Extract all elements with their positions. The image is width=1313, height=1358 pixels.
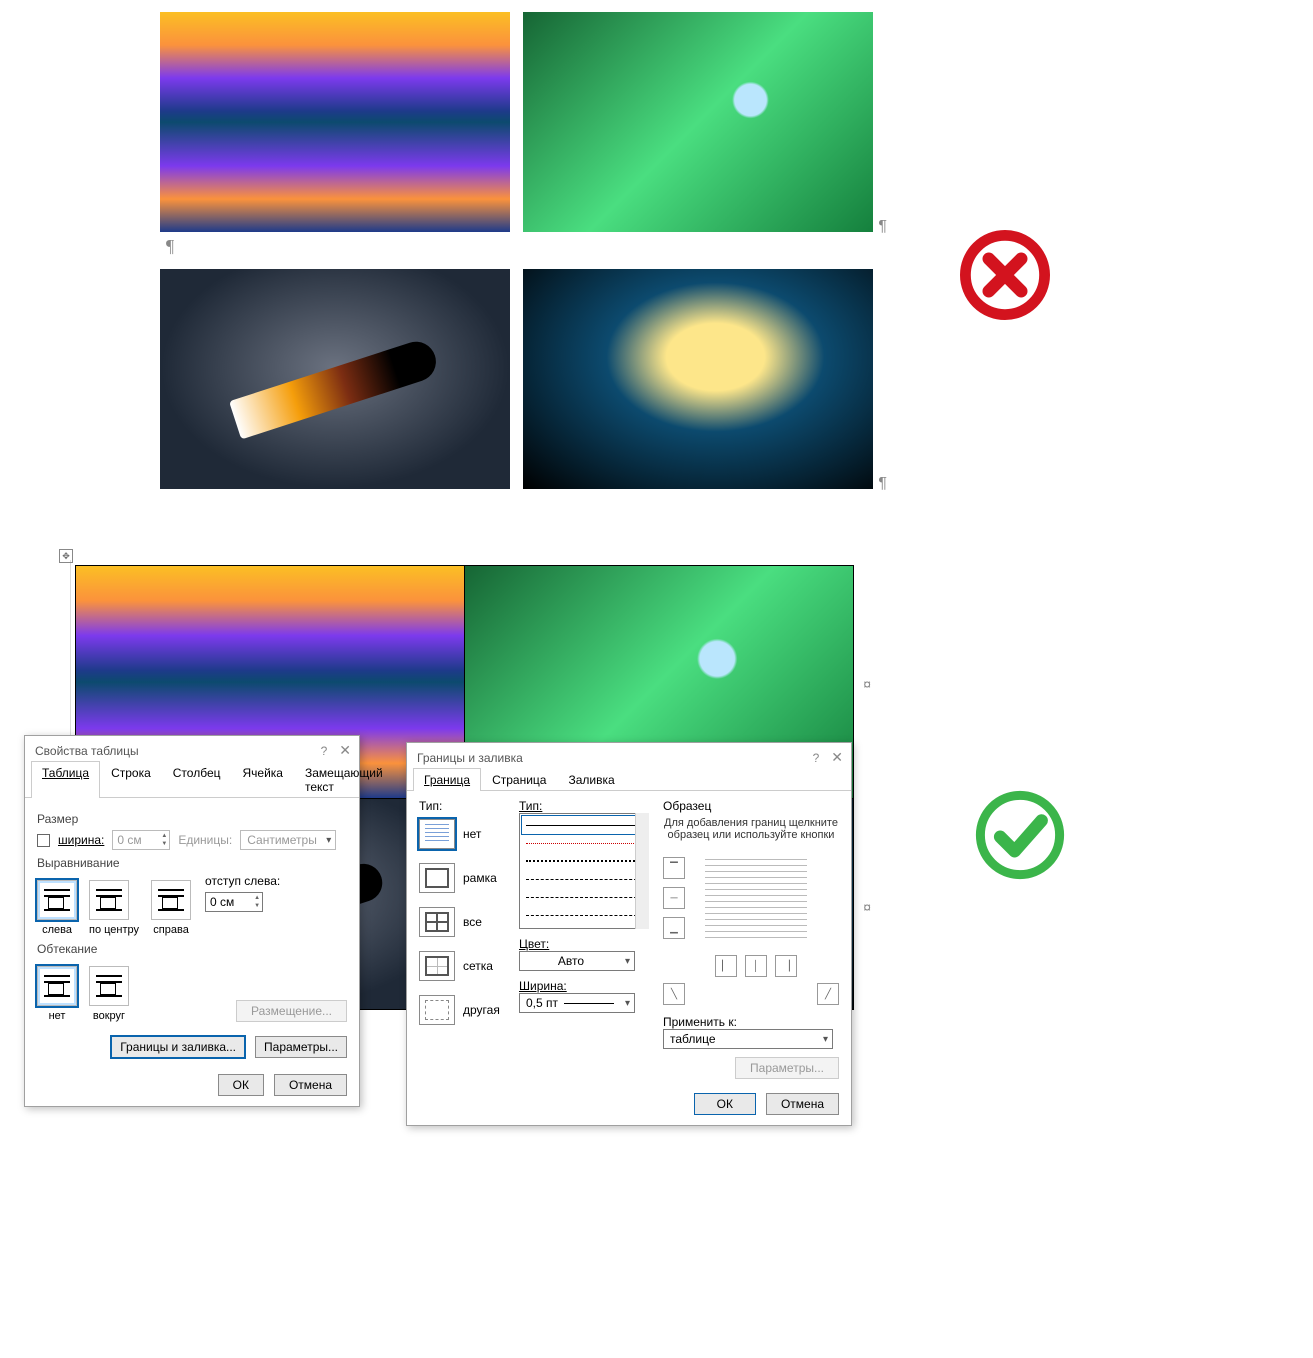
- wrap-none-label: нет: [37, 1010, 77, 1022]
- wrap-around-label: вокруг: [89, 1010, 129, 1022]
- type-frame-button[interactable]: [419, 863, 455, 893]
- color-label: Цвет:: [519, 937, 649, 951]
- preview-section-label: Образец: [663, 799, 839, 813]
- preview-vcenter-border-button[interactable]: │: [745, 955, 767, 977]
- apply-to-label: Применить к:: [663, 1015, 737, 1029]
- align-center-label: по центру: [89, 924, 139, 936]
- ok-button[interactable]: ОК: [218, 1074, 264, 1096]
- wrap-none-button[interactable]: [37, 966, 77, 1006]
- image-grid-borderless-2: ¶: [160, 269, 880, 489]
- correct-icon: [975, 790, 1065, 880]
- type-other-button[interactable]: [419, 995, 455, 1025]
- style-section-label: Тип:: [519, 799, 649, 813]
- preview-right-border-button[interactable]: ▕: [775, 955, 797, 977]
- table-anchor-icon[interactable]: ✥: [59, 549, 73, 563]
- close-icon[interactable]: ✕: [831, 749, 843, 766]
- options-button[interactable]: Параметры...: [255, 1036, 347, 1058]
- wrong-icon: [960, 230, 1050, 320]
- type-frame-label: рамка: [463, 871, 497, 885]
- preview-area[interactable]: [691, 849, 821, 949]
- help-icon[interactable]: ?: [813, 751, 820, 765]
- width-combo[interactable]: 0,5 пт: [519, 993, 635, 1013]
- options-button[interactable]: Параметры...: [735, 1057, 839, 1079]
- align-center-button[interactable]: [89, 880, 129, 920]
- type-section-label: Тип:: [419, 799, 505, 813]
- preview-top-border-button[interactable]: ▔: [663, 857, 685, 879]
- wrap-section-label: Обтекание: [37, 942, 347, 956]
- cancel-button[interactable]: Отмена: [766, 1093, 839, 1115]
- tab-shading[interactable]: Заливка: [557, 768, 625, 791]
- tab-alt-text[interactable]: Замещающий текст: [294, 761, 394, 798]
- ok-button[interactable]: ОК: [694, 1093, 756, 1115]
- type-grid-label: сетка: [463, 959, 493, 973]
- align-left-label: слева: [37, 924, 77, 936]
- image-sunset: [160, 12, 510, 232]
- wrap-around-button[interactable]: [89, 966, 129, 1006]
- units-combo[interactable]: Сантиметры: [240, 830, 336, 850]
- indent-label: отступ слева:: [205, 874, 280, 888]
- image-grid-borderless: ¶: [160, 12, 880, 232]
- align-right-button[interactable]: [151, 880, 191, 920]
- cell-mark: ¤: [863, 899, 871, 915]
- type-grid-button[interactable]: [419, 951, 455, 981]
- preview-left-border-button[interactable]: ▏: [715, 955, 737, 977]
- para-mark: ¶: [878, 218, 887, 236]
- image-guitar: [160, 269, 510, 489]
- image-portrait: ¶: [523, 269, 873, 489]
- para-mark: ¶: [878, 475, 887, 493]
- close-icon[interactable]: ✕: [339, 742, 351, 759]
- tab-cell[interactable]: Ячейка: [232, 761, 294, 798]
- preview-diag-up-button[interactable]: ╱: [817, 983, 839, 1005]
- dialog-title: Границы и заливка: [417, 751, 523, 765]
- tab-table[interactable]: Таблица: [31, 761, 100, 798]
- dialog-tabs: Граница Страница Заливка: [407, 768, 851, 791]
- width-spinner[interactable]: 0 см: [112, 830, 170, 850]
- para-mark: ¶: [166, 236, 880, 257]
- cancel-button[interactable]: Отмена: [274, 1074, 347, 1096]
- dialog-tabs: Таблица Строка Столбец Ячейка Замещающий…: [25, 761, 359, 798]
- preview-hint: Для добавления границ щелкните образец и…: [663, 817, 839, 841]
- tab-border[interactable]: Граница: [413, 768, 481, 791]
- tab-column[interactable]: Столбец: [162, 761, 232, 798]
- cell-mark: ¤: [863, 676, 871, 692]
- color-combo[interactable]: Авто: [519, 951, 635, 971]
- width-checkbox[interactable]: [37, 834, 50, 847]
- align-right-label: справа: [151, 924, 191, 936]
- dialog-title: Свойства таблицы: [35, 744, 139, 758]
- position-button[interactable]: Размещение...: [236, 1000, 347, 1022]
- borders-shading-button[interactable]: Границы и заливка...: [111, 1036, 245, 1058]
- width-label: Ширина:: [519, 979, 649, 993]
- type-none-label: нет: [463, 827, 481, 841]
- type-all-label: все: [463, 915, 482, 929]
- preview-bottom-border-button[interactable]: ▁: [663, 917, 685, 939]
- help-icon[interactable]: ?: [321, 744, 328, 758]
- apply-to-combo[interactable]: таблице: [663, 1029, 833, 1049]
- units-label: Единицы:: [178, 833, 232, 847]
- preview-hcenter-border-button[interactable]: ─: [663, 887, 685, 909]
- align-left-button[interactable]: [37, 880, 77, 920]
- width-label: ширина:: [58, 833, 104, 847]
- tab-page[interactable]: Страница: [481, 768, 557, 791]
- size-section-label: Размер: [37, 812, 347, 826]
- alignment-section-label: Выравнивание: [37, 856, 347, 870]
- type-none-button[interactable]: [419, 819, 455, 849]
- preview-diag-down-button[interactable]: ╲: [663, 983, 685, 1005]
- example-wrong: ¶ ¶ ¶: [160, 12, 880, 489]
- image-butterfly: ¶: [523, 12, 873, 232]
- scrollbar[interactable]: [635, 813, 649, 929]
- type-all-button[interactable]: [419, 907, 455, 937]
- line-style-list[interactable]: [519, 813, 649, 929]
- tab-row[interactable]: Строка: [100, 761, 162, 798]
- type-other-label: другая: [463, 1003, 500, 1017]
- indent-spinner[interactable]: 0 см: [205, 892, 263, 912]
- dialog-table-properties: Свойства таблицы ? ✕ Таблица Строка Стол…: [24, 735, 360, 1107]
- dialog-borders-shading: Границы и заливка ? ✕ Граница Страница З…: [406, 742, 852, 1126]
